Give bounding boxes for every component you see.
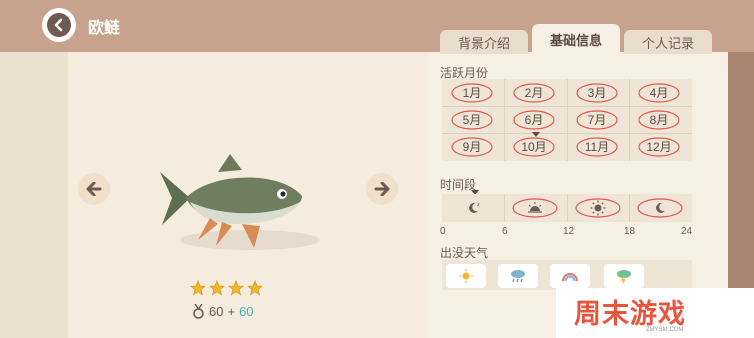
watermark-text: 周末游戏 (574, 299, 686, 329)
month-label: 10月 (521, 140, 547, 154)
page-title: 欧鲢 (88, 20, 121, 37)
sunny-icon (446, 264, 486, 288)
price-plus: + (227, 304, 236, 319)
tab-personal-record[interactable]: 个人记录 (624, 30, 712, 54)
price-display: 60 + 60 (192, 304, 254, 319)
weather-label: 出没天气 (440, 246, 489, 260)
svg-text:z: z (477, 202, 480, 208)
moon-icon (629, 194, 691, 222)
right-arrow-icon (374, 182, 390, 196)
watermark-sub: ZMYSM.COM (646, 327, 684, 333)
time-tick-24: 24 (681, 226, 693, 237)
month-cell: 4月 (629, 79, 689, 106)
tab-basic-info[interactable]: 基础信息 (532, 24, 620, 54)
month-label: 11月 (584, 140, 610, 154)
prev-fish-button[interactable] (78, 173, 110, 205)
moon-night-icon: z (442, 194, 504, 222)
next-fish-button[interactable] (366, 173, 398, 205)
month-cell: 5月 (442, 106, 502, 133)
month-label: 3月 (587, 86, 607, 100)
month-cell: 1月 (442, 79, 502, 106)
sunrise-icon (504, 194, 566, 222)
star-icon (247, 280, 263, 296)
medal-icon (193, 304, 204, 319)
time-tick-0: 0 (440, 226, 446, 237)
month-label: 9月 (462, 140, 482, 154)
month-label: 5月 (462, 113, 482, 127)
month-label: 8月 (649, 113, 669, 127)
time-slots: z (442, 194, 692, 222)
current-month-marker (532, 132, 540, 137)
fish-illustration (160, 154, 320, 250)
time-tick-6: 6 (502, 226, 508, 237)
month-cell: 3月 (567, 79, 627, 106)
star-icon (190, 280, 206, 296)
rarity-stars (190, 280, 263, 298)
back-arrow-icon (47, 13, 71, 37)
left-arrow-icon (86, 182, 102, 196)
month-cell: 10月 (504, 133, 564, 160)
month-cell: 2月 (504, 79, 564, 106)
sun-icon (567, 194, 629, 222)
month-label: 12月 (646, 140, 672, 154)
month-label: 6月 (524, 113, 544, 127)
rainbow-icon (550, 264, 590, 288)
month-label: 7月 (587, 113, 607, 127)
tab-background[interactable]: 背景介绍 (440, 30, 528, 54)
thunderstorm-icon (604, 264, 644, 288)
back-button[interactable] (42, 8, 76, 42)
base-price: 60 (209, 304, 224, 319)
month-label: 1月 (462, 86, 482, 100)
month-label: 2月 (524, 86, 544, 100)
rain-icon (498, 264, 538, 288)
time-tick-12: 12 (563, 226, 575, 237)
month-cell: 9月 (442, 133, 502, 160)
month-cell: 12月 (629, 133, 689, 160)
star-icon (228, 280, 244, 296)
star-icon (209, 280, 225, 296)
month-cell: 8月 (629, 106, 689, 133)
month-cell: 6月 (504, 106, 564, 133)
month-label: 4月 (649, 86, 669, 100)
month-cell: 11月 (567, 133, 627, 160)
time-tick-18: 18 (624, 226, 636, 237)
month-cell: 7月 (567, 106, 627, 133)
bonus-price: 60 (239, 304, 254, 319)
